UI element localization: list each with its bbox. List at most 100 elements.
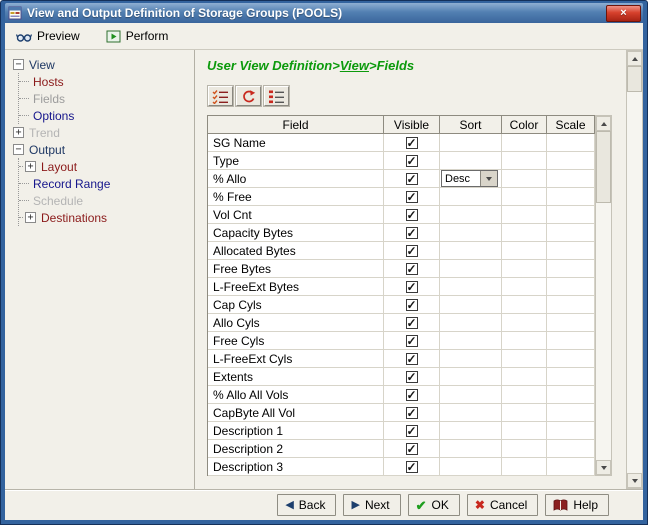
scale-cell[interactable] <box>547 170 595 188</box>
visible-checkbox[interactable] <box>406 461 418 473</box>
visible-checkbox[interactable] <box>406 263 418 275</box>
panel-scrollbar-thumb[interactable] <box>627 66 642 92</box>
scale-cell[interactable] <box>547 278 595 296</box>
color-cell[interactable] <box>502 296 547 314</box>
reset-sort-button[interactable] <box>236 86 261 106</box>
expand-icon[interactable]: + <box>25 161 36 172</box>
color-cell[interactable] <box>502 332 547 350</box>
sort-cell[interactable] <box>440 296 502 314</box>
visible-checkbox[interactable] <box>406 425 418 437</box>
grid-scrollbar[interactable] <box>595 115 612 476</box>
perform-button[interactable]: Perform <box>101 27 174 46</box>
next-button[interactable]: ▶Next <box>343 494 400 516</box>
color-cell[interactable] <box>502 170 547 188</box>
scale-cell[interactable] <box>547 206 595 224</box>
tree-item-destinations[interactable]: +Destinations <box>19 209 190 226</box>
visible-checkbox[interactable] <box>406 443 418 455</box>
color-cell[interactable] <box>502 422 547 440</box>
expand-icon[interactable]: + <box>25 212 36 223</box>
scale-cell[interactable] <box>547 224 595 242</box>
sort-cell[interactable] <box>440 260 502 278</box>
color-cell[interactable] <box>502 242 547 260</box>
scale-cell[interactable] <box>547 350 595 368</box>
visible-checkbox[interactable] <box>406 317 418 329</box>
breadcrumb-view-link[interactable]: View <box>340 58 369 73</box>
visible-checkbox[interactable] <box>406 389 418 401</box>
tree-item-record-range[interactable]: Record Range <box>19 175 190 192</box>
color-cell[interactable] <box>502 440 547 458</box>
collapse-icon[interactable]: − <box>13 59 24 70</box>
scale-cell[interactable] <box>547 440 595 458</box>
tree-item-output[interactable]: −Output <box>13 141 190 158</box>
visible-checkbox[interactable] <box>406 155 418 167</box>
color-cell[interactable] <box>502 188 547 206</box>
collapse-icon[interactable]: − <box>13 144 24 155</box>
color-cell[interactable] <box>502 458 547 476</box>
tree-item-options[interactable]: Options <box>19 107 190 124</box>
tree-item-layout[interactable]: +Layout <box>19 158 190 175</box>
visible-checkbox[interactable] <box>406 227 418 239</box>
panel-scrollbar[interactable] <box>626 50 643 489</box>
sort-cell[interactable] <box>440 134 502 152</box>
sort-cell[interactable] <box>440 368 502 386</box>
color-cell[interactable] <box>502 260 547 278</box>
visible-checkbox[interactable] <box>406 371 418 383</box>
sort-cell[interactable] <box>440 242 502 260</box>
scale-cell[interactable] <box>547 242 595 260</box>
color-cell[interactable] <box>502 152 547 170</box>
scale-cell[interactable] <box>547 458 595 476</box>
color-cell[interactable] <box>502 314 547 332</box>
sort-cell[interactable] <box>440 386 502 404</box>
tree-item-hosts[interactable]: Hosts <box>19 73 190 90</box>
scale-cell[interactable] <box>547 260 595 278</box>
sort-cell[interactable] <box>440 332 502 350</box>
color-cell[interactable] <box>502 404 547 422</box>
sort-cell[interactable] <box>440 458 502 476</box>
scale-cell[interactable] <box>547 296 595 314</box>
visible-checkbox[interactable] <box>406 299 418 311</box>
visible-checkbox[interactable] <box>406 137 418 149</box>
sort-cell[interactable] <box>440 422 502 440</box>
panel-scroll-down-button[interactable] <box>627 473 642 488</box>
expand-icon[interactable]: + <box>13 127 24 138</box>
sort-cell[interactable] <box>440 188 502 206</box>
color-cell[interactable] <box>502 386 547 404</box>
preview-button[interactable]: Preview <box>11 27 85 46</box>
color-cell[interactable] <box>502 278 547 296</box>
scale-cell[interactable] <box>547 152 595 170</box>
scale-cell[interactable] <box>547 314 595 332</box>
select-fields-button[interactable] <box>208 86 233 106</box>
scale-cell[interactable] <box>547 188 595 206</box>
sort-cell[interactable] <box>440 152 502 170</box>
grid-scrollbar-thumb[interactable] <box>596 131 611 203</box>
dropdown-arrow-button[interactable] <box>480 171 497 186</box>
close-button[interactable] <box>606 5 641 22</box>
tree-item-trend[interactable]: +Trend <box>13 124 190 141</box>
grid-scroll-up-button[interactable] <box>596 116 611 131</box>
help-button[interactable]: Help <box>545 494 609 516</box>
scale-cell[interactable] <box>547 368 595 386</box>
visible-checkbox[interactable] <box>406 335 418 347</box>
visible-checkbox[interactable] <box>406 173 418 185</box>
color-cell[interactable] <box>502 134 547 152</box>
sort-cell[interactable] <box>440 278 502 296</box>
panel-scrollbar-track[interactable] <box>627 66 642 473</box>
scale-cell[interactable] <box>547 386 595 404</box>
scale-cell[interactable] <box>547 404 595 422</box>
sort-cell[interactable] <box>440 350 502 368</box>
tree-item-view[interactable]: −View <box>13 56 190 73</box>
tree-item-fields[interactable]: Fields <box>19 90 190 107</box>
scale-cell[interactable] <box>547 422 595 440</box>
visible-checkbox[interactable] <box>406 281 418 293</box>
sort-cell[interactable] <box>440 224 502 242</box>
visible-checkbox[interactable] <box>406 407 418 419</box>
scale-cell[interactable] <box>547 332 595 350</box>
grid-scrollbar-track[interactable] <box>596 131 611 460</box>
sort-cell[interactable] <box>440 440 502 458</box>
tree-item-schedule[interactable]: Schedule <box>19 192 190 209</box>
color-cell[interactable] <box>502 368 547 386</box>
sort-cell[interactable] <box>440 404 502 422</box>
visible-checkbox[interactable] <box>406 353 418 365</box>
order-fields-button[interactable] <box>264 86 289 106</box>
color-cell[interactable] <box>502 206 547 224</box>
